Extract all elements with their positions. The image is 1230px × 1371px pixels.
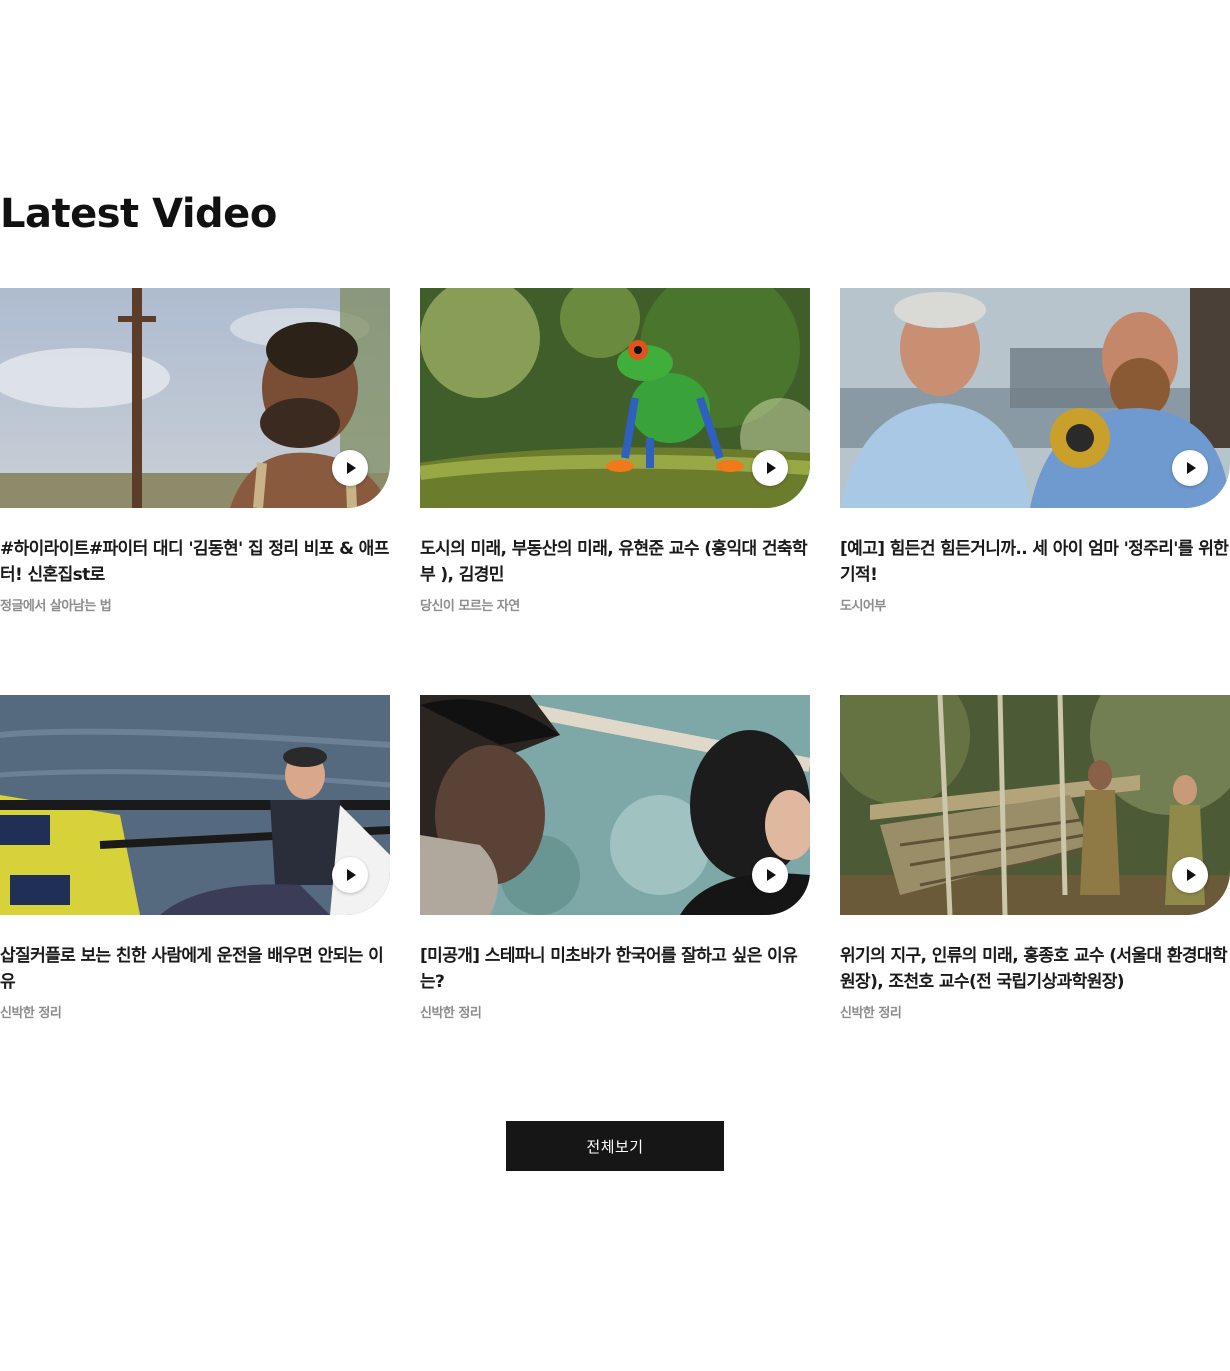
- video-title[interactable]: [미공개] 스테파니 미초바가 한국어를 잘하고 싶은 이유는?: [420, 943, 810, 995]
- view-all-button[interactable]: 전체보기: [506, 1121, 724, 1171]
- video-thumbnail[interactable]: [0, 695, 390, 915]
- video-category[interactable]: 도시어부: [840, 598, 1230, 616]
- thumbnail-image: [420, 695, 810, 915]
- video-card[interactable]: #하이라이트#파이터 대디 '김동현' 집 정리 비포 & 애프터! 신혼집st…: [0, 288, 390, 616]
- video-title[interactable]: 위기의 지구, 인류의 미래, 홍종호 교수 (서울대 환경대학원장), 조천호…: [840, 943, 1230, 995]
- video-title[interactable]: 도시의 미래, 부동산의 미래, 유현준 교수 (홍익대 건축학부 ), 김경민: [420, 536, 810, 588]
- video-title[interactable]: #하이라이트#파이터 대디 '김동현' 집 정리 비포 & 애프터! 신혼집st…: [0, 536, 390, 588]
- video-card[interactable]: 삽질커플로 보는 친한 사람에게 운전을 배우면 안되는 이유 신박한 정리: [0, 695, 390, 1023]
- video-thumbnail[interactable]: [840, 288, 1230, 508]
- thumbnail-image: [0, 288, 390, 508]
- play-icon[interactable]: [1172, 857, 1208, 893]
- video-thumbnail[interactable]: [0, 288, 390, 508]
- play-icon[interactable]: [332, 450, 368, 486]
- thumbnail-image: [0, 695, 390, 915]
- video-thumbnail[interactable]: [420, 695, 810, 915]
- video-category[interactable]: 신박한 정리: [420, 1005, 810, 1023]
- video-thumbnail[interactable]: [840, 695, 1230, 915]
- play-icon[interactable]: [752, 857, 788, 893]
- thumbnail-image: [420, 288, 810, 508]
- video-category[interactable]: 정글에서 살아남는 법: [0, 598, 390, 616]
- video-thumbnail[interactable]: [420, 288, 810, 508]
- video-card[interactable]: [미공개] 스테파니 미초바가 한국어를 잘하고 싶은 이유는? 신박한 정리: [420, 695, 810, 1023]
- video-title[interactable]: 삽질커플로 보는 친한 사람에게 운전을 배우면 안되는 이유: [0, 943, 390, 995]
- play-icon[interactable]: [1172, 450, 1208, 486]
- video-card[interactable]: [예고] 힘든건 힘든거니까.. 세 아이 엄마 '정주리'를 위한 기적! 도…: [840, 288, 1230, 616]
- video-title[interactable]: [예고] 힘든건 힘든거니까.. 세 아이 엄마 '정주리'를 위한 기적!: [840, 536, 1230, 588]
- video-category[interactable]: 신박한 정리: [840, 1005, 1230, 1023]
- video-card[interactable]: 위기의 지구, 인류의 미래, 홍종호 교수 (서울대 환경대학원장), 조천호…: [840, 695, 1230, 1023]
- thumbnail-image: [840, 695, 1230, 915]
- video-category[interactable]: 당신이 모르는 자연: [420, 598, 810, 616]
- play-icon[interactable]: [332, 857, 368, 893]
- section-title: Latest Video: [0, 191, 277, 237]
- thumbnail-image: [840, 288, 1230, 508]
- play-icon[interactable]: [752, 450, 788, 486]
- video-category[interactable]: 신박한 정리: [0, 1005, 390, 1023]
- video-card[interactable]: 도시의 미래, 부동산의 미래, 유현준 교수 (홍익대 건축학부 ), 김경민…: [420, 288, 810, 616]
